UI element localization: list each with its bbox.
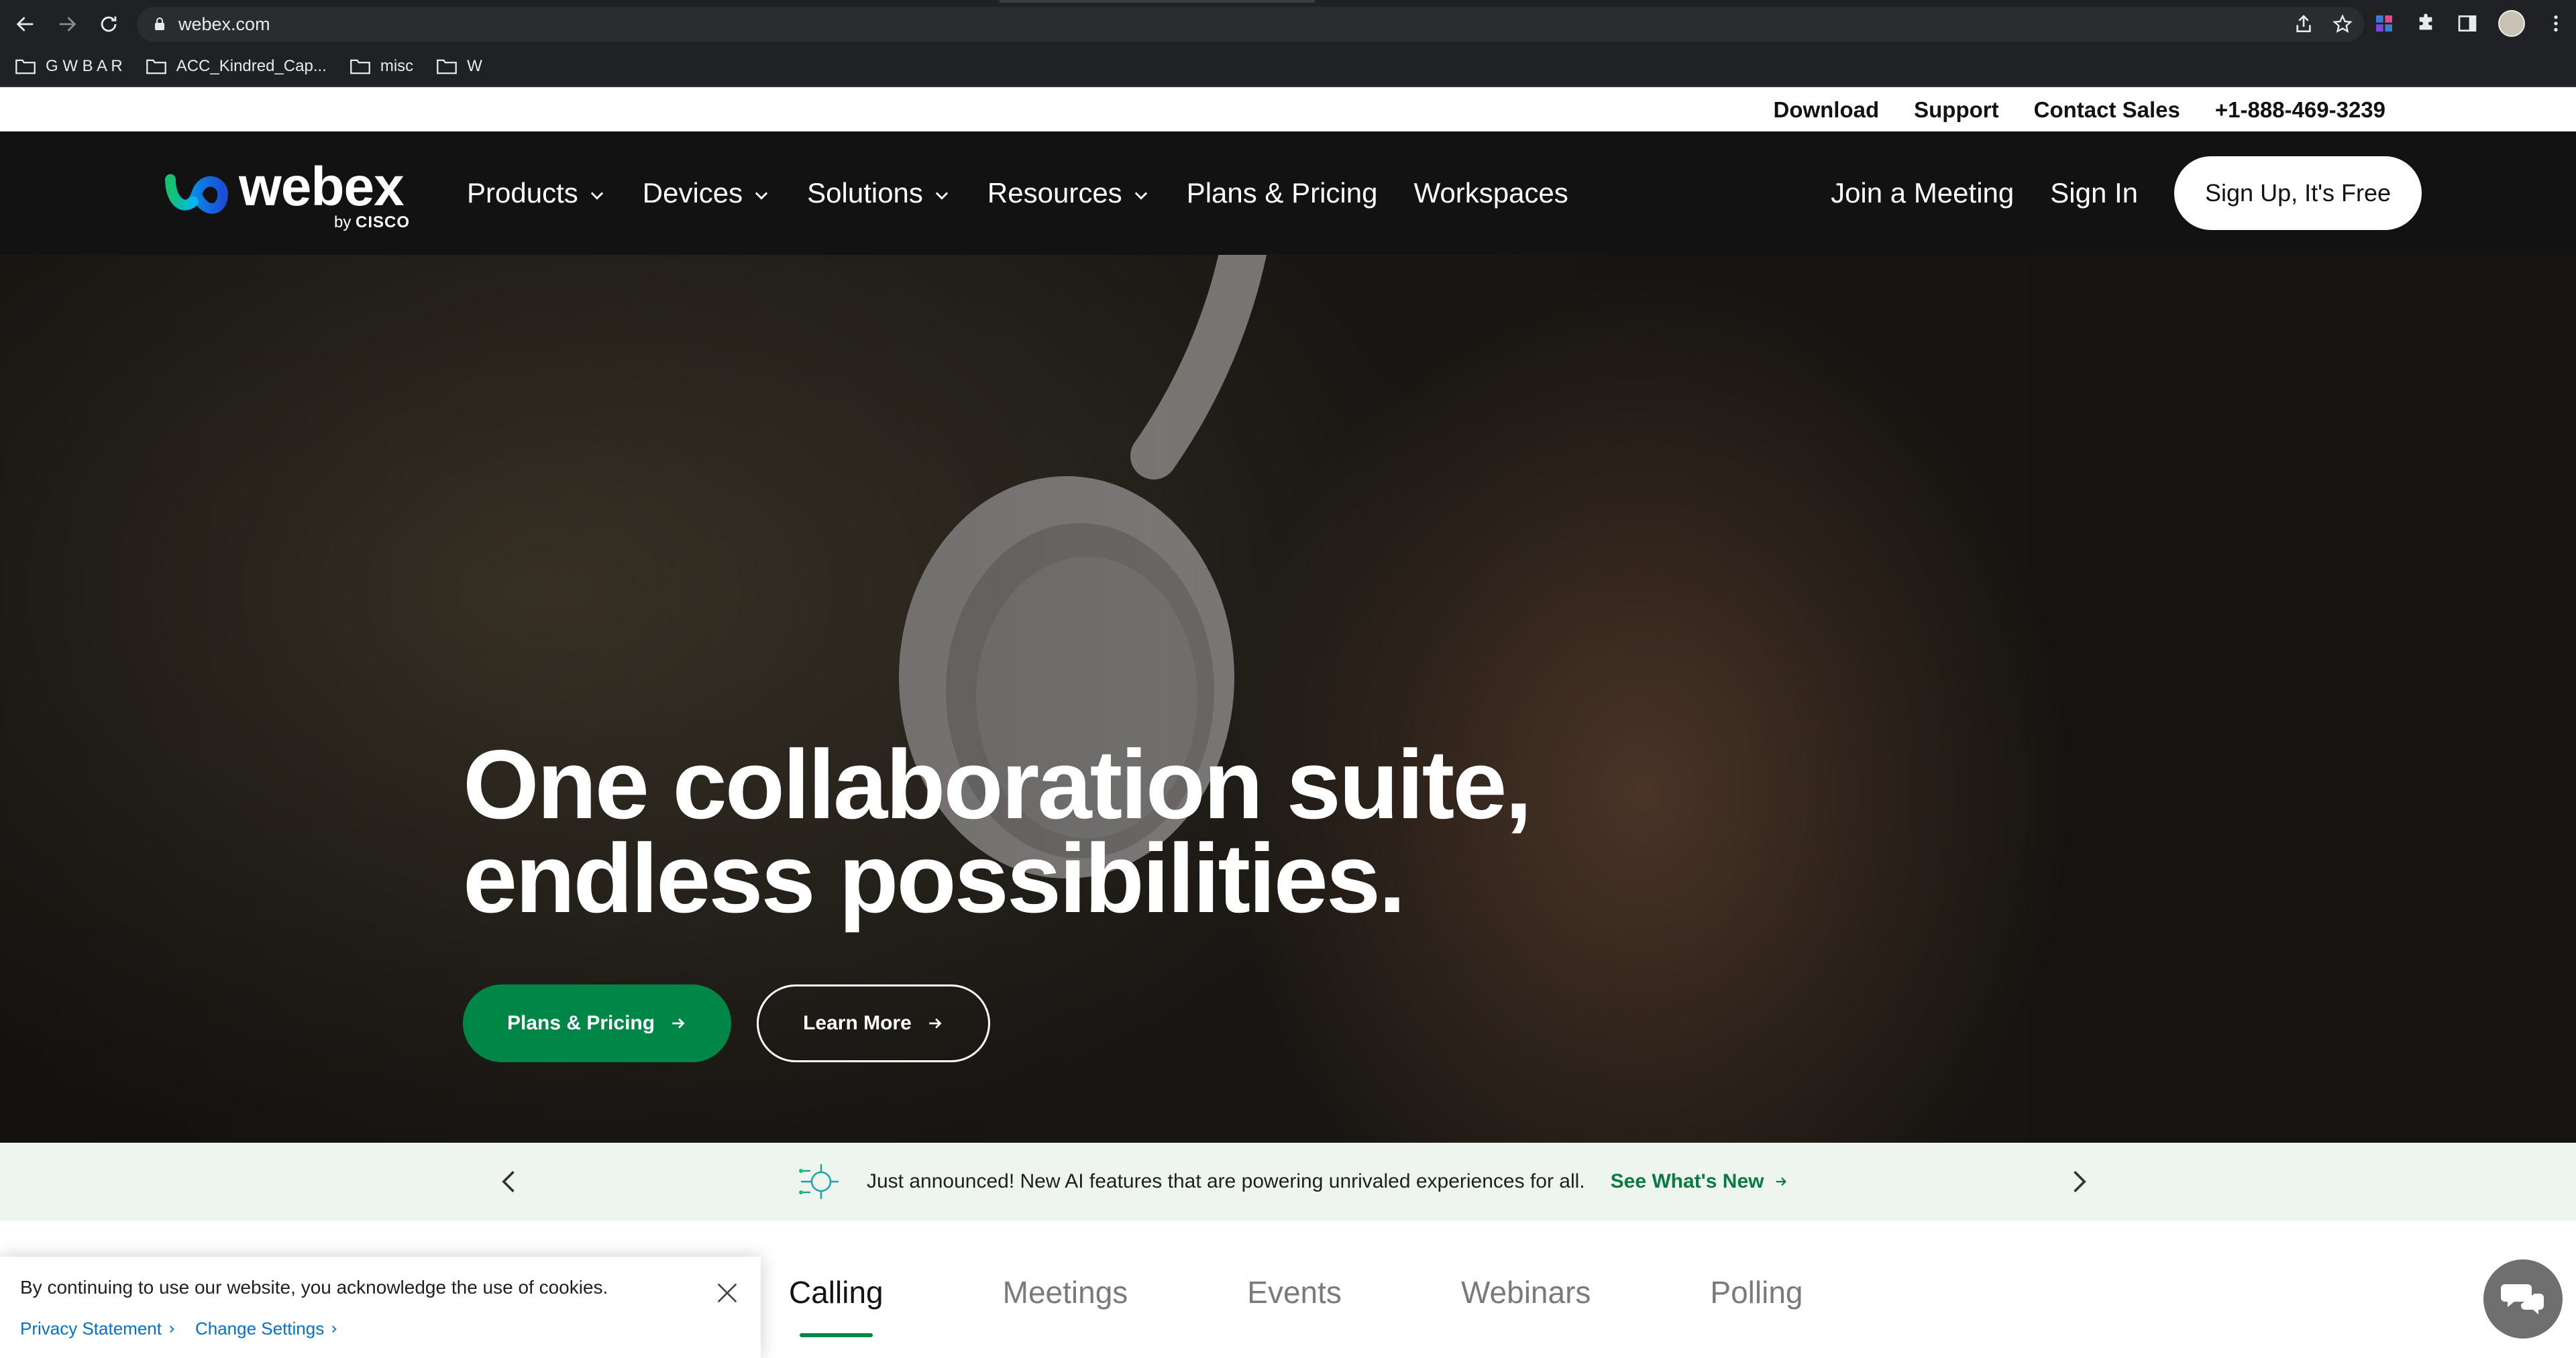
reload-icon xyxy=(101,16,117,32)
chevron-right-icon[interactable] xyxy=(2063,1167,2093,1196)
bookmark-label: misc xyxy=(380,57,414,75)
logo-byline: by CISCO xyxy=(334,213,411,231)
change-settings-link[interactable]: Change Settings xyxy=(195,1318,339,1339)
ai-circuit-icon xyxy=(799,1164,839,1199)
bookmark-folder[interactable]: W xyxy=(436,57,482,76)
bookmarks-bar: G W B A R ACC_Kindred_Cap... misc W xyxy=(0,47,2576,87)
chevron-down-icon xyxy=(755,192,768,200)
support-link[interactable]: Support xyxy=(1914,97,1998,123)
tab-polling[interactable]: Polling xyxy=(1710,1274,1803,1310)
tab-webinars[interactable]: Webinars xyxy=(1461,1274,1591,1310)
webex-logo[interactable]: webex by CISCO xyxy=(164,156,415,232)
kebab-menu-icon[interactable] xyxy=(2545,13,2567,34)
profile-avatar[interactable] xyxy=(2498,10,2525,37)
hero-headline: One collaboration suite, endless possibi… xyxy=(463,730,1532,933)
see-whats-new-link[interactable]: See What's New xyxy=(1611,1170,1788,1193)
close-icon[interactable] xyxy=(714,1280,741,1306)
tab-meetings[interactable]: Meetings xyxy=(1003,1274,1128,1310)
hero-overlay xyxy=(0,255,2576,1143)
plans-pricing-button[interactable]: Plans & Pricing xyxy=(463,984,732,1062)
forward-arrow-icon xyxy=(59,17,76,32)
join-meeting-link[interactable]: Join a Meeting xyxy=(1831,177,2014,209)
bookmark-label: G W B A R xyxy=(46,57,123,75)
cookie-text: By continuing to use our website, you ac… xyxy=(20,1277,608,1298)
nav-products[interactable]: Products xyxy=(467,177,606,209)
nav-solutions[interactable]: Solutions xyxy=(807,177,951,209)
url-text[interactable]: webex.com xyxy=(178,14,270,34)
lock-icon xyxy=(155,17,164,30)
sign-up-button[interactable]: Sign Up, It's Free xyxy=(2174,156,2422,230)
product-tabs: Calling Meetings Events Webinars Polling xyxy=(789,1274,1803,1337)
learn-more-button[interactable]: Learn More xyxy=(757,984,990,1062)
announcement-text: Just announced! New AI features that are… xyxy=(867,1170,1585,1192)
reload-button[interactable] xyxy=(94,9,123,39)
puzzle-icon[interactable] xyxy=(2415,13,2436,34)
nav-devices[interactable]: Devices xyxy=(643,177,771,209)
chat-button[interactable] xyxy=(2483,1259,2563,1339)
hero-section: One collaboration suite, endless possibi… xyxy=(0,255,2576,1143)
extension-grid-icon[interactable] xyxy=(2373,13,2395,34)
share-icon[interactable] xyxy=(2293,13,2314,35)
cookie-banner: By continuing to use our website, you ac… xyxy=(0,1257,761,1358)
folder-icon xyxy=(437,59,458,74)
nav-plans-pricing[interactable]: Plans & Pricing xyxy=(1187,177,1378,209)
back-button[interactable] xyxy=(11,9,40,39)
privacy-statement-link[interactable]: Privacy Statement xyxy=(20,1318,176,1339)
main-navigation: webex by CISCO Products Devices Solution… xyxy=(0,131,2576,255)
chevron-down-icon xyxy=(590,192,603,200)
webex-mark-icon xyxy=(165,174,228,214)
extensions-area xyxy=(2373,8,2567,39)
sign-in-link[interactable]: Sign In xyxy=(2050,177,2138,209)
contact-sales-link[interactable]: Contact Sales xyxy=(2034,97,2180,123)
download-link[interactable]: Download xyxy=(1773,97,1879,123)
address-bar[interactable]: webex.com xyxy=(137,7,2364,42)
arrow-right-icon xyxy=(672,1018,685,1029)
announcement-bar: Just announced! New AI features that are… xyxy=(0,1143,2576,1221)
browser-toolbar: webex.com xyxy=(0,0,2576,47)
nav-workspaces[interactable]: Workspaces xyxy=(1413,177,1568,209)
side-panel-icon[interactable] xyxy=(2457,13,2478,34)
nav-resources[interactable]: Resources xyxy=(987,177,1150,209)
back-arrow-icon xyxy=(16,17,34,32)
bookmark-label: W xyxy=(467,57,482,75)
primary-menu: Products Devices Solutions Resources Pla… xyxy=(467,131,1568,255)
bookmark-folder[interactable]: ACC_Kindred_Cap... xyxy=(146,57,327,76)
chevron-right-icon xyxy=(170,1325,174,1333)
account-menu: Join a Meeting Sign In Sign Up, It's Fre… xyxy=(1831,131,2422,255)
phone-link[interactable]: +1-888-469-3239 xyxy=(2215,97,2385,123)
folder-icon xyxy=(15,59,36,74)
utility-bar: Download Support Contact Sales +1-888-46… xyxy=(0,89,2576,131)
forward-button[interactable] xyxy=(52,9,82,39)
tab-calling[interactable]: Calling xyxy=(789,1274,883,1337)
chevron-left-icon[interactable] xyxy=(495,1167,525,1196)
folder-icon xyxy=(350,59,370,74)
tab-events[interactable]: Events xyxy=(1247,1274,1342,1310)
bookmark-folder[interactable]: misc xyxy=(350,57,413,76)
bookmark-folder[interactable]: G W B A R xyxy=(15,57,123,76)
tab-indicator xyxy=(1000,0,1315,3)
bookmark-star-icon[interactable] xyxy=(2332,13,2353,35)
chevron-right-icon xyxy=(332,1325,337,1333)
folder-icon xyxy=(146,59,166,74)
bookmark-label: ACC_Kindred_Cap... xyxy=(176,57,327,75)
chevron-down-icon xyxy=(1134,192,1147,200)
arrow-right-icon xyxy=(1776,1177,1786,1186)
chevron-down-icon xyxy=(935,192,949,200)
logo-wordmark: webex xyxy=(239,156,405,217)
chat-bubbles-icon xyxy=(2501,1284,2544,1314)
arrow-right-icon xyxy=(929,1018,942,1029)
hero-actions: Plans & Pricing Learn More xyxy=(463,984,990,1062)
